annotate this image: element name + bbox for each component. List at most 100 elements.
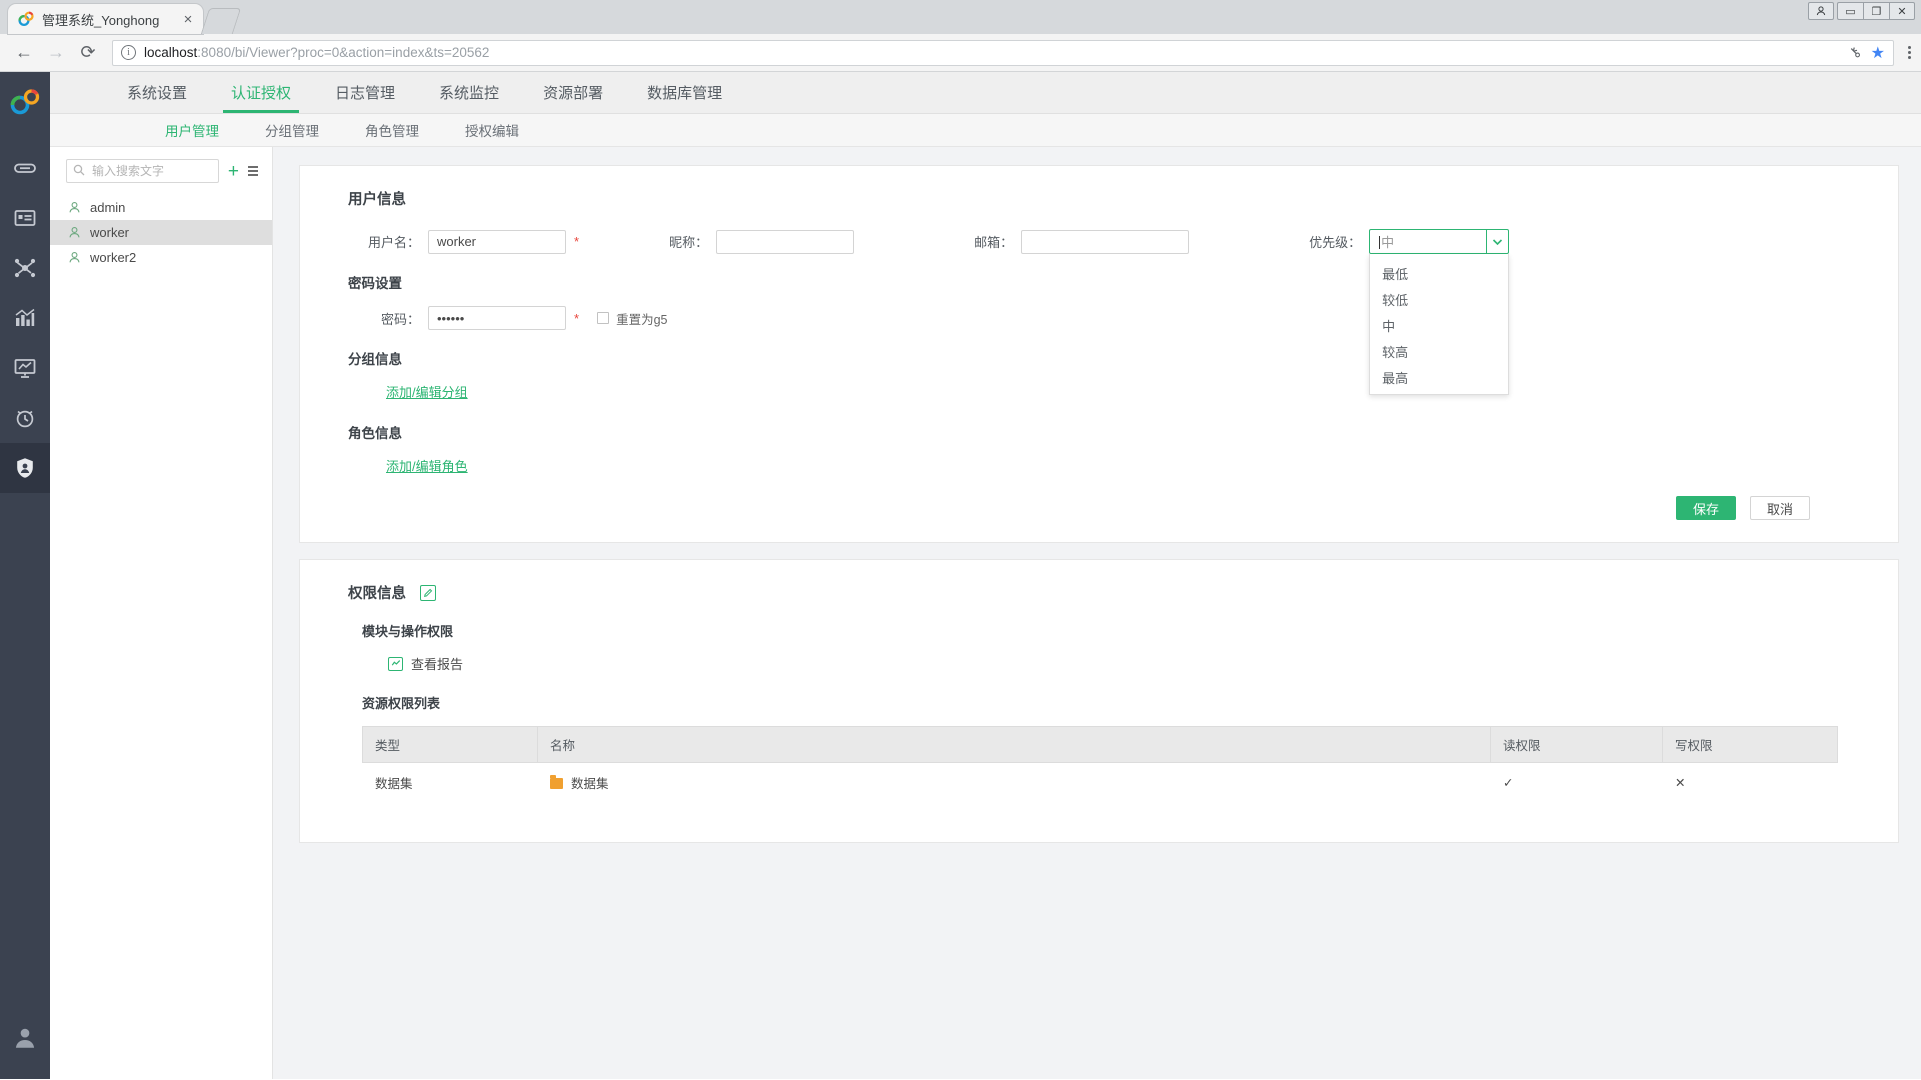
password-required-mark: * <box>574 310 580 326</box>
cell-write-permission: ✕ <box>1675 776 1686 790</box>
reload-icon[interactable]: ⟳ <box>74 39 102 67</box>
add-user-icon[interactable]: + <box>228 162 239 181</box>
topnav-item-monitor[interactable]: 系统监控 <box>417 72 521 113</box>
browser-toolbar: ← → ⟳ i localhost:8080/bi/Viewer?proc=0&… <box>0 34 1921 72</box>
cancel-button[interactable]: 取消 <box>1749 496 1810 520</box>
account-avatar-icon[interactable] <box>0 1025 50 1051</box>
priority-dropdown: 最低 较低 中 较高 最高 <box>1369 254 1510 395</box>
password-row: 密码： * 重置为g5 <box>326 306 1872 330</box>
module-permission-title: 模块与操作权限 <box>362 624 454 639</box>
nickname-input[interactable] <box>716 229 855 254</box>
group-section-title: 分组信息 <box>348 352 402 367</box>
topnav-item-database[interactable]: 数据库管理 <box>625 72 744 113</box>
new-tab-button[interactable] <box>200 8 242 34</box>
email-field-group: 邮箱： <box>974 229 1190 254</box>
dropdown-option-lower[interactable]: 较低 <box>1370 286 1508 312</box>
password-field-group: 密码： * <box>348 306 579 330</box>
chart-badge-icon <box>388 656 403 671</box>
admin-shield-icon[interactable] <box>0 443 50 493</box>
module-permission-item: 查看报告 <box>388 654 1872 673</box>
user-list: admin worker worker2 <box>50 195 272 270</box>
search-icon <box>73 164 85 179</box>
profile-icon[interactable] <box>1808 2 1834 20</box>
url-path: :8080/bi/Viewer?proc=0&action=index&ts=2… <box>197 45 490 60</box>
edit-role-link[interactable]: 添加/编辑角色 <box>386 456 468 475</box>
priority-selected-value[interactable]: 中 <box>1370 232 1486 251</box>
dataset-card-icon[interactable] <box>0 193 50 243</box>
address-bar[interactable]: i localhost:8080/bi/Viewer?proc=0&action… <box>112 39 1894 66</box>
user-list-menu-icon[interactable] <box>248 166 258 176</box>
username-input[interactable] <box>428 229 566 254</box>
tab-close-icon[interactable]: × <box>179 10 197 28</box>
close-window-button[interactable]: ✕ <box>1889 2 1915 20</box>
topnav-item-auth[interactable]: 认证授权 <box>209 72 313 113</box>
email-input[interactable] <box>1021 229 1190 254</box>
resource-permission-title: 资源权限列表 <box>362 696 441 711</box>
browser-tab[interactable]: 管理系统_Yonghong × <box>8 4 203 34</box>
search-input[interactable] <box>90 163 212 179</box>
subnav-item-auth-edit[interactable]: 授权编辑 <box>442 120 542 140</box>
chevron-down-icon[interactable] <box>1486 230 1508 253</box>
reset-password-checkbox[interactable] <box>597 312 610 324</box>
table-header-row: 类型 名称 读权限 写权限 <box>362 726 1838 763</box>
scheduled-task-alarm-icon[interactable] <box>0 393 50 443</box>
sub-navigation: 用户管理 分组管理 角色管理 授权编辑 <box>50 114 1921 147</box>
role-section-title: 角色信息 <box>348 426 402 441</box>
user-info-card: 用户信息 用户名： * 昵称： <box>299 165 1899 543</box>
list-item-admin[interactable]: admin <box>50 195 272 220</box>
edit-permission-icon[interactable] <box>420 584 436 601</box>
save-button[interactable]: 保存 <box>1675 496 1736 520</box>
dropdown-option-higher[interactable]: 较高 <box>1370 338 1508 364</box>
address-bar-url: localhost:8080/bi/Viewer?proc=0&action=i… <box>144 45 489 60</box>
edit-group-link[interactable]: 添加/编辑分组 <box>386 382 468 401</box>
user-search-row: + <box>50 159 272 183</box>
search-box[interactable] <box>66 159 219 183</box>
subnav-item-group-management[interactable]: 分组管理 <box>242 120 342 140</box>
topnav-item-logs[interactable]: 日志管理 <box>313 72 417 113</box>
back-icon[interactable]: ← <box>10 39 38 67</box>
list-item-worker2[interactable]: worker2 <box>50 245 272 270</box>
reset-password-checkbox-row[interactable]: 重置为g5 <box>597 309 667 328</box>
topnav-item-resource-deploy[interactable]: 资源部署 <box>521 72 625 113</box>
column-header-write: 写权限 <box>1662 726 1838 763</box>
browser-window: 管理系统_Yonghong × ▭ ❐ ✕ ← → ⟳ i localhost:… <box>0 0 1921 1080</box>
subnav-item-user-management[interactable]: 用户管理 <box>142 120 242 140</box>
browser-menu-icon[interactable] <box>1908 45 1911 60</box>
tab-title: 管理系统_Yonghong <box>42 12 160 28</box>
table-row[interactable]: 数据集 数据集 ✓ ✕ <box>363 763 1838 803</box>
folder-icon <box>550 775 563 789</box>
role-link-row: 添加/编辑角色 <box>326 456 1872 476</box>
dropdown-option-medium[interactable]: 中 <box>1370 312 1508 338</box>
maximize-button[interactable]: ❐ <box>1863 2 1889 20</box>
permission-title-row: 权限信息 <box>348 582 1872 603</box>
user-list-panel: + admin <box>50 147 273 1079</box>
forward-icon: → <box>47 42 65 62</box>
favicon-icon <box>18 11 34 27</box>
user-icon <box>68 201 81 214</box>
priority-select[interactable]: 中 <box>1369 229 1510 254</box>
page-viewport: 系统设置 认证授权 日志管理 系统监控 资源部署 数据库管理 用户管理 分组管理… <box>0 72 1921 1079</box>
data-modeling-network-icon[interactable] <box>0 243 50 293</box>
password-input[interactable] <box>428 306 566 330</box>
module-permission-label: 查看报告 <box>411 657 464 672</box>
password-key-icon[interactable]: ⚷ <box>1846 43 1865 62</box>
subnav-item-role-management[interactable]: 角色管理 <box>342 120 442 140</box>
minimize-button[interactable]: ▭ <box>1837 2 1863 20</box>
permission-info-title: 权限信息 <box>348 586 406 602</box>
username-field-group: 用户名： * <box>348 229 579 254</box>
user-icon <box>68 226 81 239</box>
make-report-chart-icon[interactable] <box>0 293 50 343</box>
list-item-label: worker <box>90 225 130 240</box>
bookmark-star-icon[interactable]: ★ <box>1871 43 1885 63</box>
dropdown-option-highest[interactable]: 最高 <box>1370 364 1508 390</box>
dropdown-option-lowest[interactable]: 最低 <box>1370 260 1508 286</box>
user-info-title: 用户信息 <box>348 192 406 208</box>
report-presentation-icon[interactable] <box>0 343 50 393</box>
topnav-item-system-settings[interactable]: 系统设置 <box>105 72 209 113</box>
email-label: 邮箱： <box>974 235 1014 250</box>
app-logo-icon[interactable] <box>9 88 41 121</box>
list-item-worker[interactable]: worker <box>50 220 272 245</box>
site-info-icon[interactable]: i <box>121 45 136 60</box>
nickname-field-group: 昵称： <box>669 229 855 254</box>
datasource-link-icon[interactable] <box>0 143 50 193</box>
